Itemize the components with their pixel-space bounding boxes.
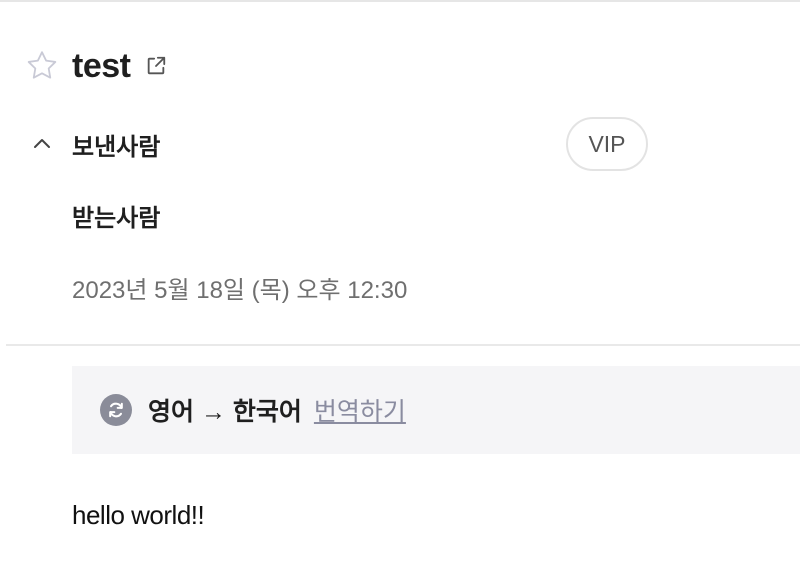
sender-row: 보낸사람 — [28, 122, 160, 166]
recipient-label: 받는사람 — [72, 205, 161, 232]
mail-subject: test — [72, 46, 131, 85]
star-icon[interactable] — [24, 48, 60, 84]
top-divider — [0, 0, 800, 2]
translation-bar: 영어 → 한국어 번역하기 — [72, 366, 800, 454]
translation-language-pair: 영어 → 한국어 — [148, 398, 302, 426]
chevron-up-icon[interactable] — [28, 130, 56, 158]
translate-link[interactable]: 번역하기 — [314, 392, 406, 428]
mail-date: 2023년 5월 18일 (목) 오후 12:30 — [72, 277, 408, 304]
vip-button[interactable]: VIP — [566, 117, 648, 171]
sender-label: 보낸사람 — [72, 133, 161, 161]
mail-body: hello world!! — [72, 500, 205, 530]
external-link-icon[interactable] — [144, 54, 168, 78]
subject-row: test — [24, 44, 168, 88]
header-divider — [6, 344, 800, 346]
translate-refresh-icon — [100, 394, 132, 426]
